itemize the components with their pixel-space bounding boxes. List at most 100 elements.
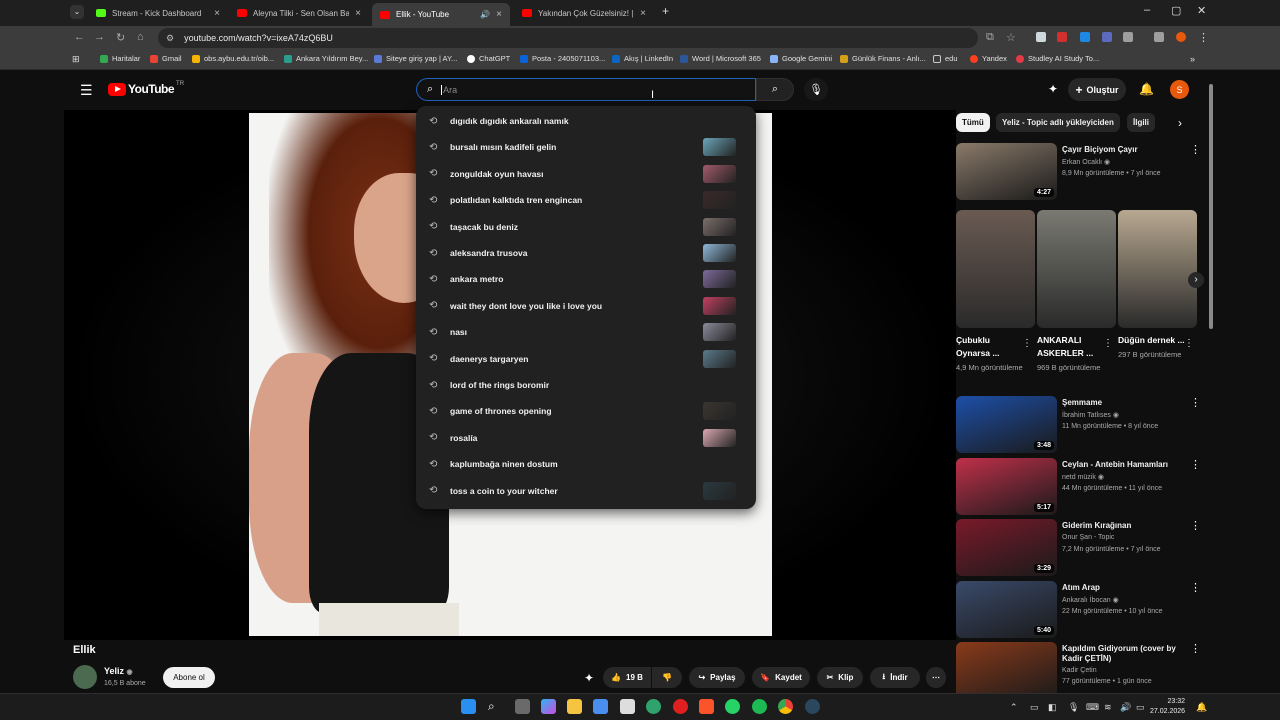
search-suggestion-item[interactable]: ⟲ wait they dont love you like i love you [416, 293, 756, 319]
store-icon[interactable] [593, 699, 608, 714]
maximize-icon[interactable]: ▢ [1171, 4, 1181, 17]
video-title[interactable]: Atım Arap [1062, 583, 1182, 593]
voice-search-button[interactable]: 🎙 [804, 78, 828, 101]
more-options-icon[interactable]: ⋮ [1190, 143, 1201, 156]
forward-icon[interactable]: → [94, 31, 105, 43]
address-bar[interactable]: ⚙ youtube.com/watch?v=ixeA74zQ6BU [158, 28, 978, 48]
battery-icon[interactable]: ▭ [1136, 702, 1145, 713]
account-avatar[interactable]: S [1170, 80, 1189, 99]
scrollbar-thumb[interactable] [1209, 84, 1213, 329]
search-suggestion-item[interactable]: ⟲ lord of the rings boromir [416, 372, 756, 398]
minimize-icon[interactable]: – [1144, 4, 1150, 16]
recommended-video[interactable]: 3:48 Şemmame İbrahim Tatlıses ◉ 11 Mn görün… [956, 396, 1206, 456]
chrome-menu-icon[interactable]: ⋮ [1198, 31, 1209, 44]
edge-icon[interactable] [646, 699, 661, 714]
short-thumbnail[interactable] [1118, 210, 1197, 328]
search-suggestion-item[interactable]: ⟲ game of thrones opening [416, 398, 756, 424]
bookmark-item[interactable]: Gmail [150, 54, 182, 63]
tray-app-icon[interactable]: ◧ [1048, 702, 1057, 713]
search-suggestion-item[interactable]: ⟲ bursalı mısın kadifeli gelin [416, 134, 756, 160]
bookmark-item[interactable]: Siteye giriş yap | AY... [374, 54, 457, 63]
short-caption[interactable]: Çubuklu Oynarsa ... 4,9 Mn görüntüleme [956, 334, 1026, 374]
home-icon[interactable]: ⌂ [137, 31, 144, 43]
create-button[interactable]: + Oluştur [1068, 78, 1126, 101]
tray-mic-icon[interactable]: 🎙 [1068, 702, 1079, 713]
search-input[interactable]: ⌕ Ara [416, 78, 756, 101]
video-thumbnail[interactable]: 3:48 [956, 396, 1057, 453]
video-channel[interactable]: Erkan Ocaklı ◉ [1062, 158, 1110, 166]
more-options-icon[interactable]: ⋮ [1184, 338, 1194, 349]
bookmark-item[interactable]: Günlük Finans - Anlı... [840, 54, 926, 63]
more-options-icon[interactable]: ⋮ [1022, 338, 1032, 349]
search-suggestion-item[interactable]: ⟲ kaplumbağa ninen dostum [416, 451, 756, 477]
tab-ellik[interactable]: Ellik - YouTube 🔊 × [372, 3, 510, 26]
bookmark-item[interactable]: ChatGPT [467, 54, 510, 63]
ai-sparkle-icon[interactable]: ✦ [584, 671, 594, 685]
recommended-video[interactable]: 5:40 Atım Arap Ankaralı İbocan ◉ 22 Mn görü… [956, 581, 1206, 641]
search-suggestion-item[interactable]: ⟲ taşacak bu deniz [416, 214, 756, 240]
suggestion-thumbnail[interactable] [703, 323, 736, 342]
extension-shield-icon[interactable] [1036, 32, 1046, 42]
windows-start-icon[interactable] [461, 699, 476, 714]
back-icon[interactable]: ← [74, 31, 85, 43]
suggestion-thumbnail[interactable] [703, 164, 736, 183]
opera-icon[interactable] [673, 699, 688, 714]
search-button[interactable]: ⌕ [756, 78, 794, 101]
extension-red-icon[interactable] [1057, 32, 1067, 42]
chip-uploader[interactable]: Yeliz - Topic adlı yükleyiciden [996, 113, 1120, 132]
video-channel[interactable]: İbrahim Tatlıses ◉ [1062, 411, 1119, 419]
install-icon[interactable]: ⧉ [986, 31, 994, 44]
download-button[interactable]: ⭳ İndir [870, 667, 920, 688]
tab-aleyna[interactable]: Aleyna Tilki - Sen Olsan Bari (8... × [229, 3, 369, 23]
close-icon[interactable]: × [496, 9, 502, 20]
search-suggestion-item[interactable]: ⟲ zonguldak oyun havası [416, 161, 756, 187]
bookmark-folder[interactable]: edu [933, 54, 958, 63]
chip-all[interactable]: Tümü [956, 113, 990, 132]
bookmark-item[interactable]: Akış | LinkedIn [612, 54, 673, 63]
short-caption[interactable]: Düğün dernek ... 297 B görüntüleme [1118, 334, 1188, 361]
video-title[interactable]: Çayır Biçiyom Çayır [1062, 145, 1182, 155]
notifications-bell-icon[interactable]: 🔔 [1139, 82, 1154, 96]
profile-icon[interactable] [1176, 32, 1186, 42]
close-icon[interactable]: × [214, 8, 220, 19]
save-button[interactable]: 🔖 Kaydet [752, 667, 810, 688]
extension-blue-icon[interactable] [1102, 32, 1112, 42]
keyboard-icon[interactable]: ⌨ [1086, 702, 1099, 713]
wifi-icon[interactable]: ≋ [1104, 702, 1112, 713]
more-options-icon[interactable]: ⋮ [1190, 581, 1201, 594]
recommended-video[interactable]: 5:17 Ceylan - Antebin Hamamları netd müzik… [956, 458, 1206, 518]
chrome-icon[interactable] [778, 699, 793, 714]
bookmark-item[interactable]: Yandex [970, 54, 1007, 63]
notifications-icon[interactable]: 🔔 [1196, 702, 1207, 713]
subscribe-button[interactable]: Abone ol [163, 667, 215, 688]
whatsapp-icon[interactable] [725, 699, 740, 714]
new-tab-icon[interactable]: + [662, 4, 669, 18]
more-options-icon[interactable]: ⋮ [1190, 642, 1201, 655]
chip-related[interactable]: İlgili [1127, 113, 1155, 132]
video-title[interactable]: Şemmame [1062, 398, 1182, 408]
reload-icon[interactable]: ↻ [116, 31, 125, 44]
video-title[interactable]: Kapıldım Gidiyorum (cover by Kadir ÇETİN… [1062, 644, 1182, 664]
file-explorer-icon[interactable] [567, 699, 582, 714]
more-options-icon[interactable]: ⋮ [1190, 458, 1201, 471]
site-info-icon[interactable]: ⚙ [166, 33, 174, 44]
suggestion-thumbnail[interactable] [703, 244, 736, 262]
bookmark-item[interactable]: Google Gemini [770, 54, 832, 63]
suggestion-thumbnail[interactable] [703, 296, 736, 315]
channel-avatar[interactable] [73, 665, 97, 689]
suggestion-thumbnail[interactable] [703, 428, 736, 447]
suggestion-thumbnail[interactable] [703, 217, 736, 236]
tray-chevron-icon[interactable]: ⌃ [1010, 702, 1018, 713]
suggestion-thumbnail[interactable] [703, 191, 736, 210]
bookmark-item[interactable]: Haritalar [100, 54, 140, 63]
system-clock[interactable]: 23:32 27.02.2026 [1150, 697, 1185, 717]
more-actions-button[interactable]: ⋯ [926, 667, 946, 688]
video-thumbnail[interactable] [956, 642, 1057, 699]
short-caption[interactable]: ANKARALI ASKERLER ... 969 B görüntüleme [1037, 334, 1107, 374]
tray-app-icon[interactable]: ▭ [1030, 702, 1039, 713]
close-icon[interactable]: × [355, 8, 361, 19]
hamburger-menu-icon[interactable]: ☰ [80, 82, 93, 99]
more-options-icon[interactable]: ⋮ [1190, 396, 1201, 409]
video-title[interactable]: Giderim Kırağınan [1062, 521, 1182, 531]
recommended-video[interactable]: 3:29 Giderim Kırağınan Onur Şan - Topic 7,2… [956, 519, 1206, 579]
